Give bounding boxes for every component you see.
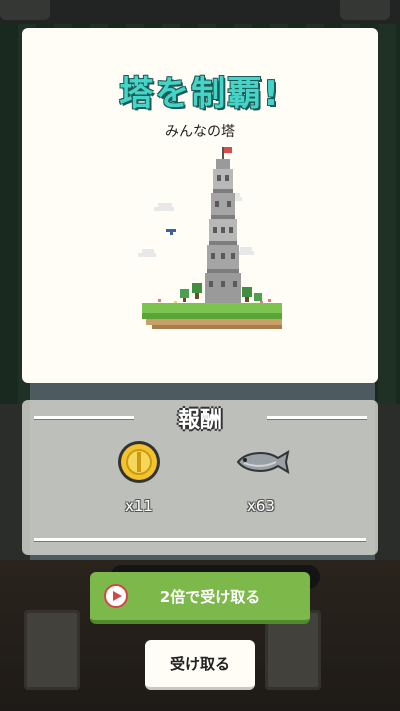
coin-quantity: x11 [125,497,153,515]
gold-coin-icon [118,441,160,483]
double-reward-label: 2倍で受け取る [159,587,261,606]
popup-title: 塔を制覇! [119,74,281,114]
play-video-icon [104,584,128,608]
fish-quantity: x63 [247,497,275,515]
receive-button[interactable]: 受け取る [145,640,255,690]
divider-line [34,538,366,541]
result-card: 塔を制覇! みんなの塔 [22,28,378,383]
fish-icon [236,449,290,475]
reward-panel: 報酬 x11 x63 [22,400,378,555]
double-reward-button[interactable]: 2倍で受け取る [90,572,310,624]
receive-label: 受け取る [169,655,230,673]
tower-name: みんなの塔 [165,124,235,140]
reward-heading: 報酬 [177,408,222,433]
tower-illustration [138,147,282,329]
